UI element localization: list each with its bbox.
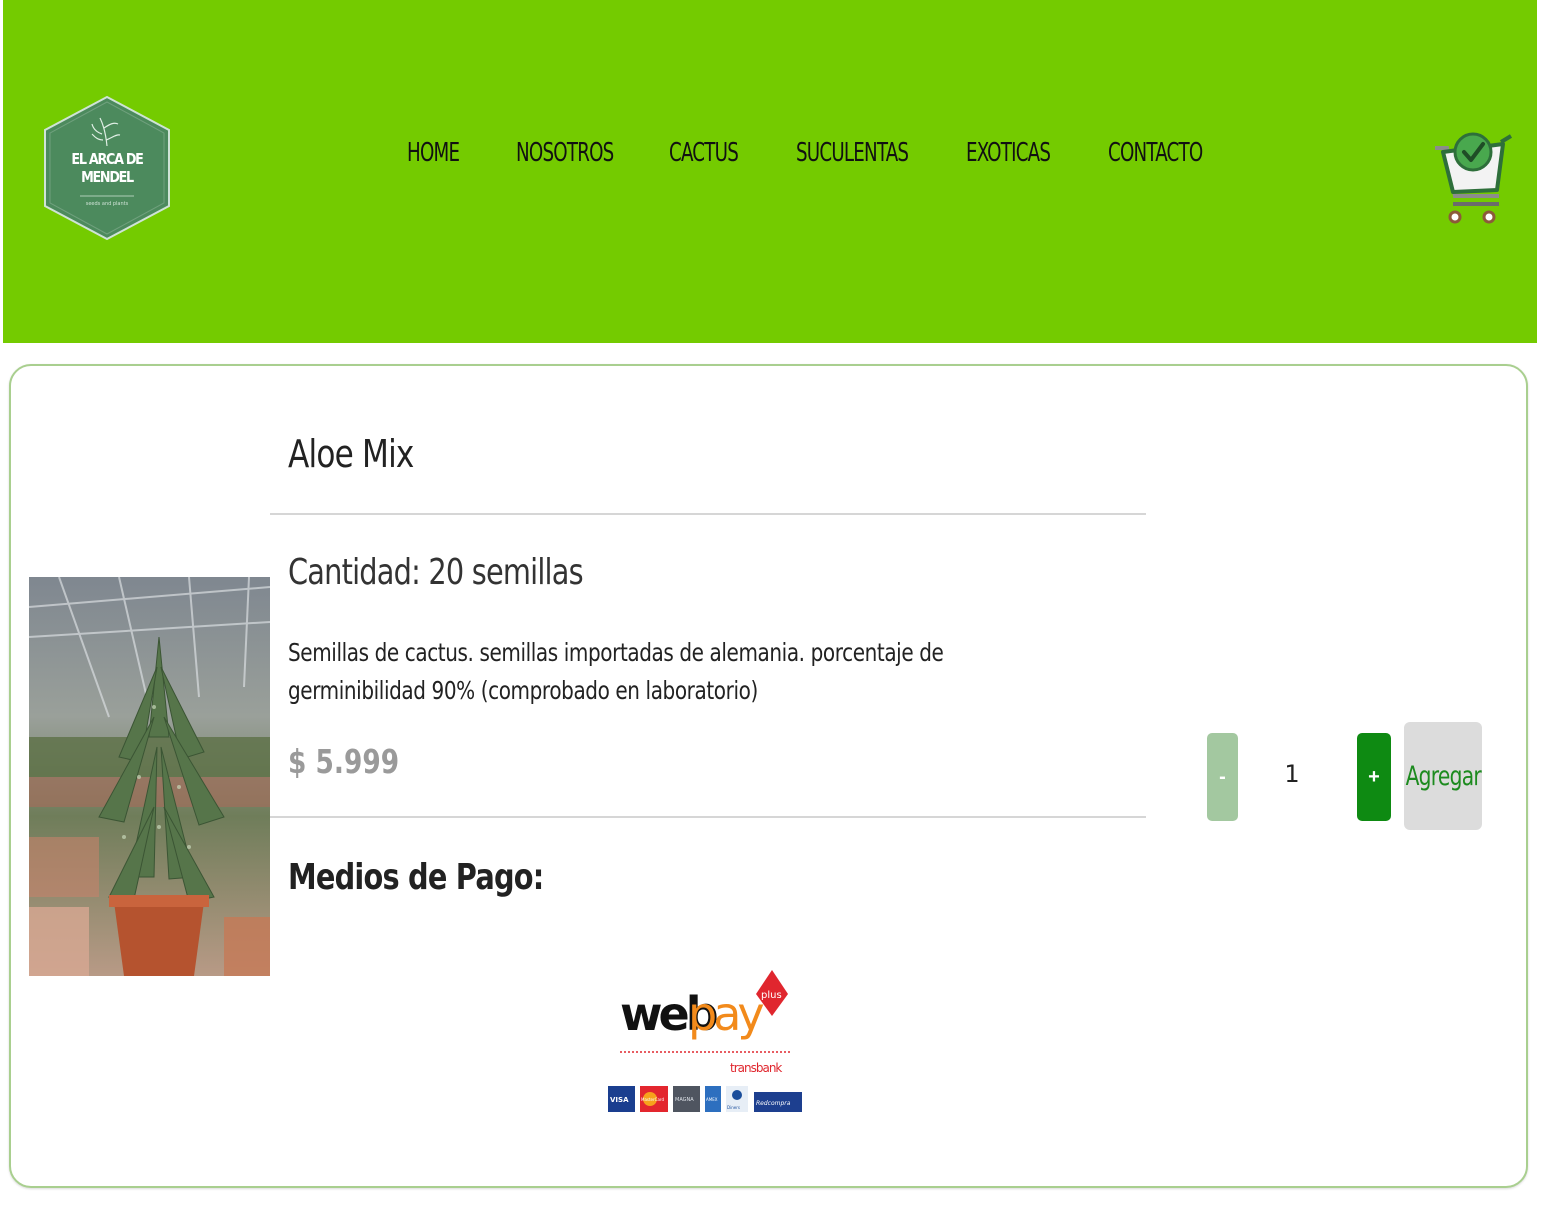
card-amex: AMEX	[706, 1097, 718, 1102]
webpay-logo: web pay plus transbank VISA MasterCard M…	[600, 964, 810, 1120]
add-to-cart-button[interactable]: Agregar	[1404, 722, 1482, 830]
increase-quantity-button[interactable]: +	[1357, 733, 1391, 821]
card-visa: VISA	[610, 1096, 629, 1104]
nav-item-contacto[interactable]: CONTACTO	[1108, 138, 1203, 168]
transbank-label: transbank	[730, 1061, 782, 1075]
card-magna: MAGNA	[675, 1097, 694, 1103]
logo-subtitle: seeds and plants	[85, 201, 129, 207]
site-logo[interactable]: EL ARCA DE MENDEL seeds and plants	[40, 94, 174, 242]
nav-item-exoticas[interactable]: EXOTICAS	[966, 138, 1051, 168]
card-diners: Diners	[727, 1105, 740, 1110]
add-to-cart-label: Agregar	[1405, 760, 1481, 792]
site-header: EL ARCA DE MENDEL seeds and plants HOME …	[3, 0, 1537, 343]
nav-item-nosotros[interactable]: NOSOTROS	[516, 138, 614, 168]
product-photo	[29, 577, 270, 976]
main-nav: HOME NOSOTROS CACTUS SUCULENTAS EXOTICAS…	[3, 138, 1537, 168]
cart-button[interactable]	[1431, 118, 1513, 230]
payment-methods-title: Medios de Pago:	[288, 857, 544, 898]
product-description: Semillas de cactus. semillas importadas …	[288, 638, 944, 705]
divider	[270, 513, 1146, 515]
card-mastercard: MasterCard	[641, 1097, 664, 1102]
nav-item-suculentas[interactable]: SUCULENTAS	[796, 138, 909, 168]
divider	[270, 816, 1146, 818]
card-redcompra: Redcompra	[756, 1100, 791, 1107]
product-price: $ 5.999	[288, 742, 400, 781]
card-logos: VISA MasterCard MAGNA AMEX Diners Redcom…	[608, 1086, 802, 1112]
nav-item-cactus[interactable]: CACTUS	[669, 138, 739, 168]
quantity-value[interactable]: 1	[1276, 760, 1308, 788]
product-quantity-label: Cantidad: 20 semillas	[288, 552, 584, 593]
webpay-plus-badge: plus	[761, 990, 782, 1001]
nav-item-home[interactable]: HOME	[407, 138, 460, 168]
shopping-cart-check-icon	[1435, 132, 1513, 224]
product-title: Aloe Mix	[288, 432, 414, 476]
decrease-quantity-button[interactable]: -	[1207, 733, 1238, 821]
webpay-word-pay: pay	[688, 987, 763, 1041]
